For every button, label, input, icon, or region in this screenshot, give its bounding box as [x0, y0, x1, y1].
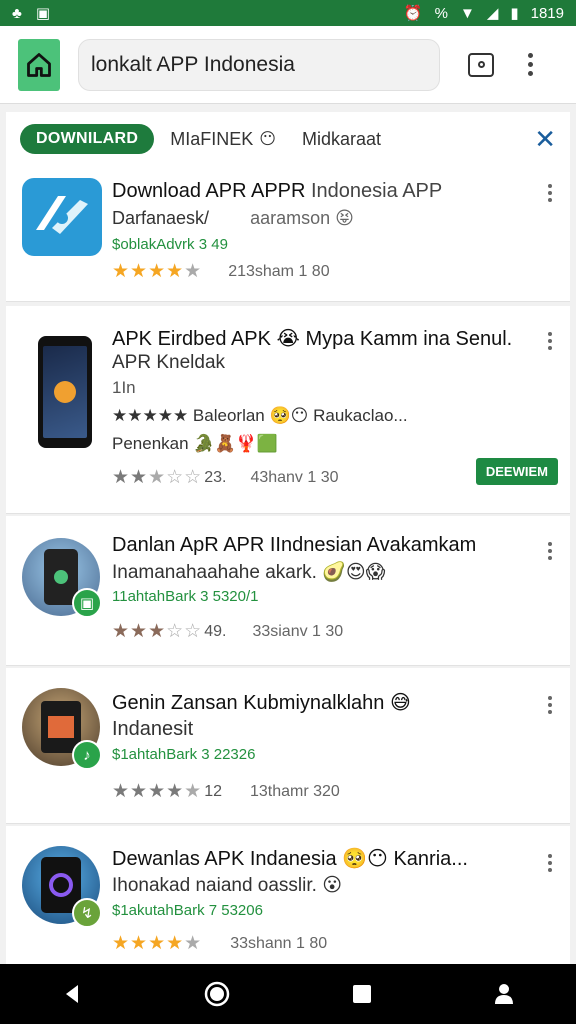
recents-icon[interactable]	[351, 983, 373, 1005]
home-nav-icon[interactable]	[203, 980, 231, 1008]
app-title: Download APR APPR Indonesia APP	[112, 180, 443, 202]
search-text: lonkalt APP Indonesia	[91, 52, 295, 76]
install-button[interactable]: DEEWIEM	[475, 458, 558, 485]
clock: 1819	[530, 4, 564, 22]
camera-icon	[477, 61, 485, 68]
app-downloads: 11ahtahBark 3 5320/1	[112, 588, 259, 605]
app-subtitle: APR Kneldak	[112, 352, 226, 373]
chip-second[interactable]: MIaFINEK 😶	[170, 129, 276, 150]
list-item[interactable]: ♪ Genin Zansan Kubmiynalklahn 😅 Indanesi…	[6, 668, 570, 824]
app-rating: ★★★☆☆ 49. 33sianv 1 30	[112, 621, 344, 642]
camera-button[interactable]	[468, 52, 494, 77]
percent-indicator: %	[434, 4, 448, 22]
app-logo-icon	[22, 178, 102, 256]
app-rating: ★★★★★ 33shann 1 80	[112, 933, 328, 954]
more-options-button[interactable]	[548, 854, 552, 872]
navigation-bar	[0, 964, 576, 1024]
app-title: Danlan ApR APR IIndnesian Avakamkam	[112, 534, 477, 556]
app-subtitle: Indanesit	[112, 718, 194, 740]
list-item[interactable]: APK Eirdbed APK 😭 Mypa Kamm ina Senul.. …	[6, 306, 570, 514]
filter-chips: DOWNILARD MIaFINEK 😶 Midkaraat ✕	[6, 112, 570, 166]
close-icon[interactable]: ✕	[534, 126, 556, 152]
app-phone-image	[38, 336, 92, 448]
account-icon[interactable]	[492, 982, 516, 1006]
list-item[interactable]: ▣ Danlan ApR APR IIndnesian Avakamkam In…	[6, 516, 570, 666]
alarm-icon: ⏰	[403, 5, 423, 22]
more-options-button[interactable]	[548, 542, 552, 560]
list-item[interactable]: Download APR APPR Indonesia APP Darfanae…	[6, 166, 570, 302]
app-list: Download APR APPR Indonesia APP Darfanae…	[6, 166, 570, 968]
chip-second-label: MIaFINEK	[170, 128, 254, 149]
search-input[interactable]: lonkalt APP Indonesia	[78, 38, 440, 91]
home-button[interactable]	[18, 38, 60, 91]
app-subtitle: Inamanahaahahe akark. 🥑😍😱	[112, 562, 386, 583]
battery-icon: ▮	[510, 5, 519, 22]
list-item[interactable]: ↯ Dewanlas APK Indanesia 🥺😶 Kanria... Ih…	[6, 826, 570, 966]
more-options-button[interactable]	[548, 696, 552, 714]
more-options-button[interactable]	[548, 184, 552, 202]
app-title: APK Eirdbed APK 😭 Mypa Kamm ina Senul..	[112, 328, 512, 350]
app-rating: ★★★☆☆ 23. 43hanv 1 30	[112, 467, 339, 488]
toolbar: lonkalt APP Indonesia	[0, 26, 576, 104]
app-subtitle: Darfanaesk/ aaramson 😝	[112, 208, 354, 228]
toolbar-menu-button[interactable]	[528, 53, 533, 76]
chip-download[interactable]: DOWNILARD	[20, 124, 155, 154]
back-icon[interactable]	[60, 982, 84, 1006]
home-icon	[27, 52, 51, 77]
notification-icon: ♣	[12, 4, 22, 22]
wifi-icon: ▼	[459, 4, 475, 22]
app-tags: Penenkan 🐊🧸🦞🟩	[112, 434, 278, 453]
app-title: Dewanlas APK Indanesia 🥺😶 Kanria...	[112, 848, 468, 870]
app-rating: ★★★★★ 12 13thamr 320	[112, 781, 340, 802]
signal-icon: ◢	[486, 5, 499, 22]
app-rating: ★★★★★ 213sham 1 80	[112, 261, 330, 282]
more-options-button[interactable]	[548, 332, 552, 350]
app-badge-icon: ↯	[72, 898, 102, 928]
status-bar: ♣ ▣ ⏰ % ▼ ◢ ▮ 1819	[0, 0, 576, 26]
app-downloads: $1ahtahBark 3 22326	[112, 746, 256, 763]
chip-third[interactable]: Midkaraat	[302, 129, 381, 150]
app-subtitle: Ihonakad naiand oasslir. 😮	[112, 875, 343, 896]
app-downloads: $1akutahBark 7 53206	[112, 902, 263, 919]
gallery-icon: ▣	[35, 5, 51, 22]
app-badge-icon: ▣	[72, 588, 102, 618]
chip-emoji-icon: 😶	[259, 131, 276, 148]
app-developer: 1In	[112, 378, 136, 397]
app-badge-icon: ♪	[72, 740, 102, 770]
app-title: Genin Zansan Kubmiynalklahn 😅	[112, 692, 411, 714]
app-downloads: $oblakAdvrk 3 49	[112, 236, 228, 253]
app-feature-line: ★★★★★ Baleorlan 🥺😶 Raukaclao...	[112, 406, 408, 425]
